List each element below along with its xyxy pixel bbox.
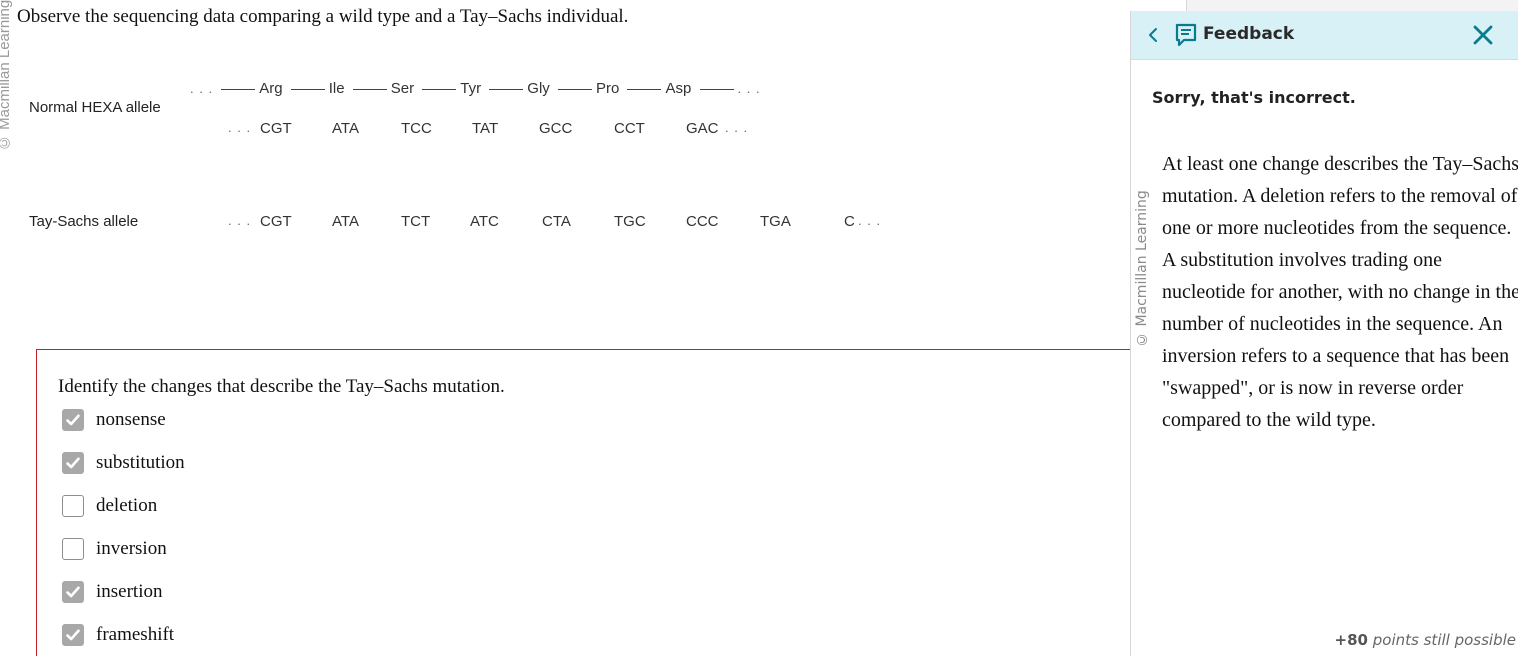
feedback-icon	[1175, 23, 1197, 47]
checkbox-unchecked[interactable]	[62, 495, 84, 517]
checkbox-checked[interactable]	[62, 452, 84, 474]
amino-acid: Gly	[527, 80, 550, 97]
normal-allele-label: Normal HEXA allele	[29, 99, 161, 116]
checkbox-unchecked[interactable]	[62, 538, 84, 560]
option-substitution[interactable]: substitution	[62, 451, 185, 475]
leading-dots: . . .	[228, 213, 252, 228]
points-value: +80	[1334, 631, 1368, 649]
feedback-body: At least one change describes the Tay–Sa…	[1162, 153, 1518, 431]
codon: ATA	[332, 213, 359, 230]
codon: TCT	[401, 213, 431, 230]
check-icon	[66, 457, 80, 469]
codon: CGT	[260, 213, 292, 230]
leading-dots: . . .	[228, 120, 252, 135]
codon: TCC	[401, 120, 432, 137]
codon: GCC	[539, 120, 573, 137]
trailing-dots: . . .	[858, 213, 882, 228]
codon: CCT	[614, 120, 645, 137]
option-label: substitution	[96, 452, 185, 473]
checkbox-checked[interactable]	[62, 581, 84, 603]
checkbox-checked[interactable]	[62, 624, 84, 646]
option-inversion[interactable]: inversion	[62, 537, 167, 561]
tay-sachs-allele-label: Tay-Sachs allele	[29, 213, 139, 230]
feedback-panel: Feedback Sorry, that's incorrect. © Macm…	[1130, 11, 1518, 656]
points-remaining: +80 points still possible	[1335, 631, 1516, 649]
option-frameshift[interactable]: frameshift	[62, 623, 174, 647]
close-icon	[1473, 25, 1493, 45]
points-text: points still possible	[1372, 631, 1516, 649]
amino-acid-row: . . . Arg Ile Ser Tyr Gly Pro Asp . . .	[190, 80, 810, 100]
codon: CCC	[686, 213, 719, 230]
option-label: insertion	[96, 581, 163, 602]
option-insertion[interactable]: insertion	[62, 580, 163, 604]
option-label: nonsense	[96, 409, 166, 430]
codon: TGA	[760, 213, 791, 230]
codon: ATA	[332, 120, 359, 137]
copyright-credit: © Macmillan Learning	[1134, 190, 1150, 347]
page: © Macmillan Learning Observe the sequenc…	[0, 0, 1518, 656]
chevron-left-icon	[1149, 28, 1157, 42]
amino-acid: Arg	[259, 80, 283, 97]
normal-codon-row: . . . CGT ATA TCC TAT GCC CCT GAC . . .	[228, 120, 788, 140]
option-label: inversion	[96, 538, 167, 559]
amino-acid: Ile	[328, 80, 345, 97]
check-icon	[66, 414, 80, 426]
codon: TGC	[614, 213, 646, 230]
question-box: Identify the changes that describe the T…	[36, 349, 1136, 656]
codon: CGT	[260, 120, 292, 137]
feedback-panel-header: Feedback	[1131, 11, 1518, 60]
tay-sachs-codon-row: . . . CGT ATA TCT ATC CTA TGC CCC TGA C …	[228, 213, 898, 233]
trailing-dots: . . .	[725, 120, 749, 135]
option-label: frameshift	[96, 624, 175, 645]
leading-dots: . . .	[190, 81, 214, 96]
amino-acid: Asp	[665, 80, 692, 97]
option-nonsense[interactable]: nonsense	[62, 408, 166, 432]
option-deletion[interactable]: deletion	[62, 494, 157, 518]
feedback-title: Feedback	[1203, 24, 1295, 44]
question-intro: Observe the sequencing data comparing a …	[17, 6, 629, 27]
check-icon	[66, 586, 80, 598]
check-icon	[66, 629, 80, 641]
amino-acid: Tyr	[460, 80, 482, 97]
option-label: deletion	[96, 495, 158, 516]
codon: TAT	[472, 120, 499, 137]
codon: C	[844, 213, 855, 230]
copyright-credit: © Macmillan Learning	[0, 0, 12, 152]
amino-acid: Pro	[595, 80, 620, 97]
codon: GAC	[686, 120, 719, 137]
amino-acid: Ser	[390, 80, 415, 97]
close-button[interactable]	[1471, 23, 1495, 47]
feedback-verdict: Sorry, that's incorrect.	[1152, 88, 1356, 107]
trailing-dots: . . .	[737, 81, 761, 96]
checkbox-checked[interactable]	[62, 409, 84, 431]
back-button[interactable]	[1145, 24, 1161, 46]
codon: ATC	[470, 213, 499, 230]
question-prompt: Identify the changes that describe the T…	[58, 376, 505, 397]
panel-top-strip	[1186, 0, 1518, 11]
codon: CTA	[542, 213, 571, 230]
